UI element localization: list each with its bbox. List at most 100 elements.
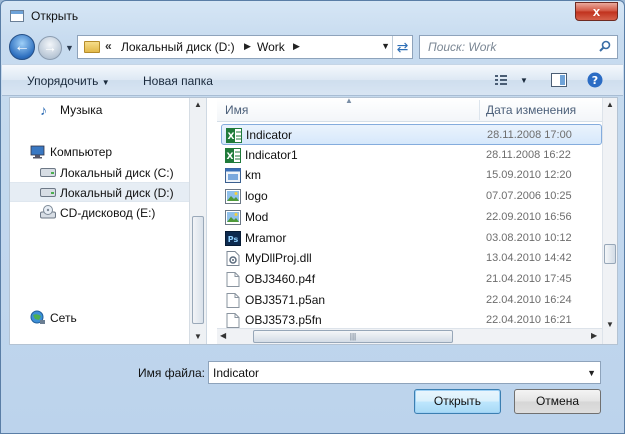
folder-icon [84,41,100,53]
file-row[interactable]: km 15.09.2010 12:20 [221,165,602,186]
file-row[interactable]: OBJ3460.p4f 21.04.2010 17:45 [221,269,602,290]
sidebar-item-network[interactable]: Сеть [10,308,189,328]
network-icon [30,310,45,324]
title-bar[interactable]: Открыть x [1,1,624,31]
file-name: MyDllProj.dll [245,251,312,266]
scroll-right-icon[interactable]: ▶ [591,331,597,340]
refresh-icon[interactable]: ⇄ [392,36,412,58]
computer-icon [30,145,45,159]
back-button[interactable]: ← [9,34,35,60]
view-options-icon[interactable] [494,73,508,87]
sidebar-item-music[interactable]: ♪ Музыка [10,100,189,120]
preview-pane-icon[interactable] [551,73,567,87]
sidebar-item-label: Локальный диск (C:) [60,166,174,180]
file-name: km [245,168,261,183]
file-row[interactable]: X Indicator1 28.11.2008 16:22 [221,145,602,166]
file-date-modified: 15.09.2010 12:20 [486,169,572,182]
history-dropdown-icon[interactable]: ▼ [65,43,74,53]
file-list-horizontal-scrollbar[interactable]: ◀ ||| ▶ [217,328,602,344]
sidebar-item-label: Музыка [60,103,103,117]
file-name: OBJ3460.p4f [245,271,316,286]
address-arrow-icon[interactable]: ▶ [244,41,251,52]
drive-icon [40,168,56,177]
navigation-scrollbar[interactable]: ▲ ▼ [189,98,206,344]
program-icon [225,168,241,184]
scroll-down-icon[interactable]: ▼ [606,320,614,329]
sidebar-item-computer[interactable]: Компьютер [10,142,189,162]
address-segment-work[interactable]: Work [257,40,285,54]
file-name: Mramor [245,230,287,245]
column-name[interactable]: Имя [225,103,248,117]
file-icon [225,313,241,329]
sidebar-item-drive-d[interactable]: Локальный диск (D:) [10,182,189,202]
sidebar-item-label: Локальный диск (D:) [60,186,174,200]
cd-drive-icon [40,205,56,219]
drive-icon [40,188,56,197]
dll-icon [225,251,241,267]
svg-text:X: X [228,132,235,142]
command-toolbar: Упорядочить ▼ Новая папка ▼ ? [2,64,623,96]
organize-label: Упорядочить [27,74,99,88]
sidebar-item-cd-drive[interactable]: CD-дисковод (E:) [10,203,189,223]
cancel-button[interactable]: Отмена [514,389,601,414]
search-input[interactable]: Поиск: Work [419,35,618,59]
address-segment-drive[interactable]: Локальный диск (D:) [121,40,235,54]
view-dropdown-icon[interactable]: ▼ [520,76,528,85]
scroll-left-icon[interactable]: ◀ [220,331,226,340]
address-overflow-chevron[interactable]: « [105,39,112,53]
file-date-modified: 21.04.2010 17:45 [486,272,572,285]
address-dropdown-icon[interactable]: ▼ [381,41,390,51]
column-date-modified[interactable]: Дата изменения [486,103,576,117]
file-row[interactable]: MyDllProj.dll 13.04.2010 14:42 [221,248,602,269]
open-button[interactable]: Открыть [414,389,501,414]
scroll-thumb[interactable] [604,244,616,264]
file-name: Mod [245,209,269,224]
open-file-dialog: Открыть x ← → ▼ « Локальный диск (D:) ▶ … [0,0,625,434]
file-name: logo [245,189,268,204]
file-date-modified: 28.11.2008 17:00 [487,129,572,141]
file-date-modified: 07.07.2006 10:25 [486,190,572,203]
file-date-modified: 22.09.2010 16:56 [486,210,572,223]
sidebar-item-label: Сеть [50,311,77,325]
address-arrow-icon[interactable]: ▶ [293,41,300,52]
filename-input[interactable]: Indicator ▼ [208,361,601,384]
window-icon [10,10,24,22]
window-title: Открыть [31,9,79,23]
address-bar[interactable]: « Локальный диск (D:) ▶ Work ▶ ▼ ⇄ [77,35,413,59]
help-icon[interactable]: ? [587,72,603,88]
forward-button[interactable]: → [38,36,62,60]
filename-label: Имя файла: [138,366,205,380]
file-row[interactable]: Mod 22.09.2010 16:56 [221,207,602,228]
sidebar-item-label: Компьютер [50,145,113,159]
close-button[interactable]: x [575,2,618,21]
organize-menu[interactable]: Упорядочить ▼ [27,74,110,88]
file-row[interactable]: OBJ3571.p5an 22.04.2010 16:24 [221,290,602,311]
scroll-up-icon[interactable]: ▲ [606,100,614,109]
sidebar-item-drive-c[interactable]: Локальный диск (C:) [10,163,189,183]
scroll-thumb[interactable] [192,216,204,324]
filename-dropdown-icon[interactable]: ▼ [587,368,596,378]
file-row[interactable]: X Indicator 28.11.2008 17:00 [221,124,602,145]
navigation-bar: ← → ▼ « Локальный диск (D:) ▶ Work ▶ ▼ ⇄… [7,31,618,63]
scroll-up-icon[interactable]: ▲ [194,100,202,109]
sort-ascending-icon: ▲ [345,96,353,105]
file-row[interactable]: Ps Mramor 03.08.2010 10:12 [221,228,602,249]
file-date-modified: 13.04.2010 14:42 [486,252,572,265]
svg-text:X: X [227,152,234,162]
photoshop-icon: Ps [225,230,241,246]
search-icon[interactable] [599,40,611,52]
new-folder-button[interactable]: Новая папка [143,74,213,88]
file-row[interactable]: logo 07.07.2006 10:25 [221,186,602,207]
scroll-thumb[interactable]: ||| [253,330,453,343]
svg-text:?: ? [592,74,598,87]
music-icon: ♪ [40,102,47,118]
file-date-modified: 03.08.2010 10:12 [486,231,572,244]
file-name: Indicator1 [245,147,298,162]
column-divider[interactable] [479,100,480,120]
image-icon [225,209,241,225]
file-name: OBJ3571.p5an [245,292,326,307]
pane-splitter[interactable] [206,98,216,344]
scroll-down-icon[interactable]: ▼ [194,332,202,341]
file-date-modified: 22.04.2010 16:24 [486,293,572,306]
file-list-vertical-scrollbar[interactable]: ▲ ▼ [602,98,617,344]
